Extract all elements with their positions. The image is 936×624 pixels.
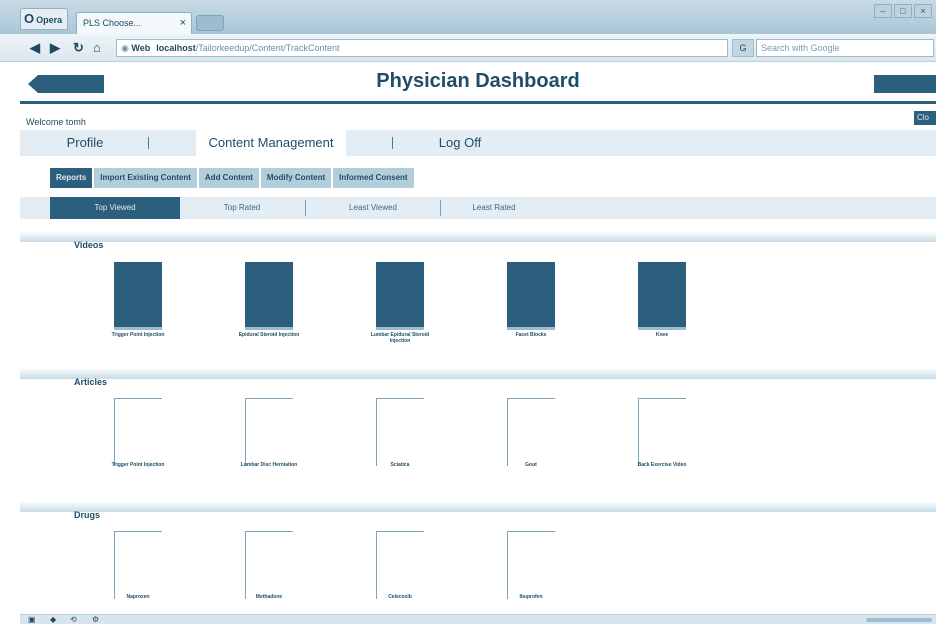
url-host: localhost bbox=[156, 43, 196, 53]
arrow-left-icon[interactable]: ◀ bbox=[30, 40, 40, 56]
videos-heading: Videos bbox=[74, 240, 104, 250]
article-caption[interactable]: Lumbar Disc Herniation bbox=[229, 462, 309, 468]
page-header: Physician Dashboard bbox=[20, 64, 936, 104]
url-badge: Web bbox=[131, 43, 151, 53]
video-thumbnail[interactable] bbox=[638, 262, 686, 330]
url-field[interactable]: ◉ Web localhost/Tailorkeedup/Content/Trac… bbox=[116, 39, 728, 57]
article-thumbnail[interactable] bbox=[114, 398, 162, 466]
browser-tab-bar: O Opera PLS Choose... × – □ × bbox=[0, 0, 936, 34]
panel-toggle-icon[interactable]: ▣ bbox=[28, 615, 36, 624]
article-caption[interactable]: Gout bbox=[491, 462, 571, 468]
drug-thumbnail[interactable] bbox=[245, 531, 293, 599]
search-input[interactable]: Search with Google bbox=[756, 39, 934, 57]
browser-tab[interactable]: PLS Choose... × bbox=[76, 12, 192, 34]
filter-top-rated[interactable]: Top Rated bbox=[180, 197, 304, 219]
content-sub-nav: Reports Import Existing Content Add Cont… bbox=[50, 168, 414, 188]
opera-logo-icon: O bbox=[24, 11, 35, 26]
close-button[interactable]: Clo bbox=[914, 111, 936, 125]
article-caption[interactable]: Sciatica bbox=[360, 462, 440, 468]
close-window-icon[interactable]: × bbox=[914, 4, 932, 18]
video-thumbnail[interactable] bbox=[376, 262, 424, 330]
tab-close-icon[interactable]: × bbox=[180, 13, 186, 33]
drug-thumbnail[interactable] bbox=[507, 531, 555, 599]
article-caption[interactable]: Trigger Point Injection bbox=[98, 462, 178, 468]
tab-import-existing-content[interactable]: Import Existing Content bbox=[94, 168, 197, 188]
tab-title: PLS Choose... bbox=[83, 18, 142, 28]
tab-add-content[interactable]: Add Content bbox=[198, 168, 259, 188]
new-tab-button[interactable] bbox=[196, 15, 224, 31]
page-title: Physician Dashboard bbox=[376, 70, 580, 92]
nav-log-off[interactable]: Log Off bbox=[430, 130, 490, 156]
drug-caption[interactable]: Naproxen bbox=[98, 594, 178, 600]
opera-menu-button[interactable]: O Opera bbox=[20, 8, 68, 30]
drug-caption[interactable]: Celecoxib bbox=[360, 594, 440, 600]
video-caption[interactable]: Facet Blocks bbox=[491, 332, 571, 338]
filter-least-viewed[interactable]: Least Viewed bbox=[306, 197, 440, 219]
arrow-right-icon[interactable]: ▶ bbox=[50, 40, 60, 56]
drug-thumbnail[interactable] bbox=[114, 531, 162, 599]
reload-icon[interactable]: ↻ bbox=[73, 40, 84, 56]
sync-icon[interactable]: ⟲ bbox=[70, 615, 77, 624]
section-divider bbox=[20, 502, 936, 512]
video-caption[interactable]: Knee bbox=[622, 332, 702, 338]
search-engine-selector[interactable]: G bbox=[732, 39, 754, 57]
report-filter-bar: Top Viewed Top Rated Least Viewed Least … bbox=[20, 197, 936, 219]
section-divider bbox=[20, 369, 936, 379]
window-controls: – □ × bbox=[874, 4, 932, 20]
browser-status-bar: ▣ ◆ ⟲ ⚙ bbox=[20, 614, 936, 624]
article-thumbnail[interactable] bbox=[638, 398, 686, 466]
articles-heading: Articles bbox=[74, 377, 108, 387]
video-caption[interactable]: Epidural Steroid Injection bbox=[229, 332, 309, 338]
nav-divider bbox=[392, 137, 393, 149]
video-caption[interactable]: Lumbar Epidural Steroid Injection bbox=[360, 332, 440, 344]
address-bar-row: ◀ ▶ ↻ ⌂ ◉ Web localhost/Tailorkeedup/Cont… bbox=[0, 34, 936, 62]
tab-modify-content[interactable]: Modify Content bbox=[260, 168, 332, 188]
article-thumbnail[interactable] bbox=[507, 398, 555, 466]
section-divider bbox=[20, 232, 936, 242]
drug-caption[interactable]: Methadone bbox=[229, 594, 309, 600]
video-thumbnail[interactable] bbox=[245, 262, 293, 330]
video-thumbnail[interactable] bbox=[507, 262, 555, 330]
home-icon[interactable]: ⌂ bbox=[93, 40, 101, 55]
article-caption[interactable]: Back Exercise Video bbox=[622, 462, 702, 468]
main-nav: Profile Content Management Log Off bbox=[20, 130, 936, 156]
filter-top-viewed[interactable]: Top Viewed bbox=[50, 197, 180, 219]
drug-caption[interactable]: Ibuprofen bbox=[491, 594, 571, 600]
nav-profile[interactable]: Profile bbox=[60, 130, 110, 156]
url-path: /Tailorkeedup/Content/TrackContent bbox=[195, 43, 340, 53]
tab-informed-consent[interactable]: Informed Consent bbox=[333, 168, 414, 188]
minimize-icon[interactable]: – bbox=[874, 4, 892, 18]
nav-divider bbox=[148, 137, 149, 149]
maximize-icon[interactable]: □ bbox=[894, 4, 912, 18]
speed-dial-icon[interactable]: ◆ bbox=[50, 615, 56, 624]
drug-thumbnail[interactable] bbox=[376, 531, 424, 599]
globe-icon: ◉ bbox=[121, 43, 132, 53]
video-caption[interactable]: Trigger Point Injection bbox=[98, 332, 178, 338]
welcome-text: Welcome tomh bbox=[26, 117, 86, 127]
article-thumbnail[interactable] bbox=[245, 398, 293, 466]
zoom-slider[interactable] bbox=[866, 618, 932, 622]
article-thumbnail[interactable] bbox=[376, 398, 424, 466]
header-action-button[interactable] bbox=[874, 75, 936, 93]
settings-icon[interactable]: ⚙ bbox=[92, 615, 99, 624]
tab-reports[interactable]: Reports bbox=[50, 168, 93, 188]
drugs-heading: Drugs bbox=[74, 510, 101, 520]
video-thumbnail[interactable] bbox=[114, 262, 162, 330]
nav-content-management[interactable]: Content Management bbox=[196, 130, 346, 156]
filter-least-rated[interactable]: Least Rated bbox=[441, 197, 547, 219]
opera-menu-label: Opera bbox=[36, 15, 63, 25]
